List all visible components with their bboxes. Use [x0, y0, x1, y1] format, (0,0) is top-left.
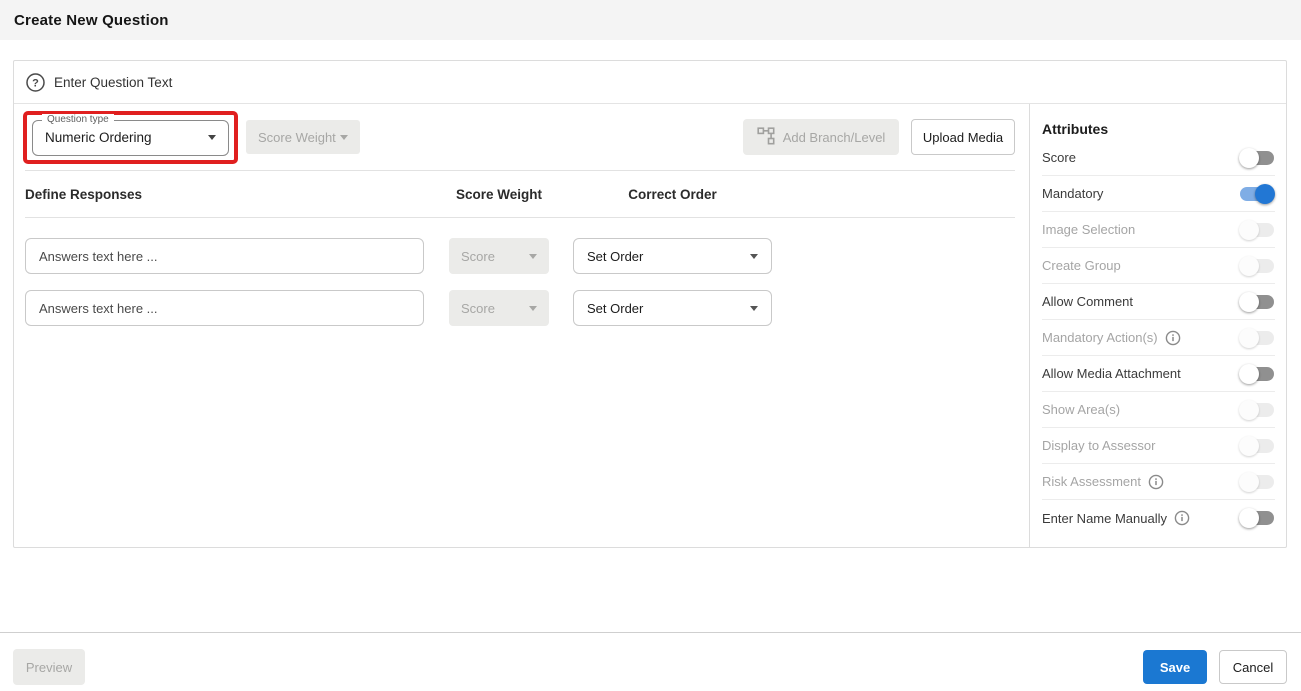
highlight-box: Question type Numeric Ordering	[23, 111, 238, 164]
toggle-knob	[1239, 292, 1259, 312]
answer-text-input-1[interactable]	[25, 238, 424, 274]
question-type-value: Numeric Ordering	[45, 130, 152, 145]
set-order-value-1: Set Order	[587, 249, 643, 264]
enter-question-text-label: Enter Question Text	[54, 75, 172, 90]
question-type-select[interactable]: Question type Numeric Ordering	[32, 120, 229, 156]
chevron-down-icon	[529, 306, 537, 311]
info-icon[interactable]	[1174, 510, 1190, 526]
score-select-value-1: Score	[461, 249, 495, 264]
responses-header-row: Define Responses Score Weight Correct Or…	[25, 171, 1015, 218]
attribute-label-allow-comment: Allow Comment	[1042, 294, 1133, 309]
score-select-2: Score	[449, 290, 549, 326]
toggle-create-group	[1239, 256, 1275, 276]
attribute-label-show-area-s: Show Area(s)	[1042, 402, 1120, 417]
toggle-knob	[1239, 436, 1259, 456]
attribute-row-display-to-assessor: Display to Assessor	[1042, 428, 1275, 464]
toggle-knob	[1239, 328, 1259, 348]
define-responses-header: Define Responses	[25, 187, 424, 202]
score-select-value-2: Score	[461, 301, 495, 316]
attribute-row-mandatory-action-s: Mandatory Action(s)	[1042, 320, 1275, 356]
response-row-1: Score Set Order	[25, 238, 1015, 274]
chevron-down-icon	[750, 306, 758, 311]
toggle-mandatory-action-s	[1239, 328, 1275, 348]
attribute-row-score: Score	[1042, 140, 1275, 176]
chevron-down-icon	[529, 254, 537, 259]
toggle-knob	[1239, 472, 1259, 492]
attribute-row-risk-assessment: Risk Assessment	[1042, 464, 1275, 500]
attribute-label-mandatory-action-s: Mandatory Action(s)	[1042, 330, 1158, 345]
add-branch-level-button: Add Branch/Level	[743, 119, 899, 155]
branch-hierarchy-icon	[757, 127, 775, 148]
svg-text:?: ?	[32, 77, 39, 89]
attribute-label-risk-assessment: Risk Assessment	[1042, 474, 1141, 489]
set-order-value-2: Set Order	[587, 301, 643, 316]
attribute-label-image-selection: Image Selection	[1042, 222, 1135, 237]
responses-list: Score Set Order Score Set Ord	[25, 218, 1015, 326]
score-weight-select: Score Weight	[246, 120, 360, 154]
chevron-down-icon	[340, 135, 348, 140]
toggle-knob	[1239, 364, 1259, 384]
set-order-select-1[interactable]: Set Order	[573, 238, 772, 274]
add-branch-level-label: Add Branch/Level	[783, 130, 886, 145]
attribute-label-score: Score	[1042, 150, 1076, 165]
score-select-1: Score	[449, 238, 549, 274]
chevron-down-icon	[208, 135, 216, 140]
page-title: Create New Question	[14, 12, 169, 29]
chevron-down-icon	[750, 254, 758, 259]
toggle-knob	[1239, 220, 1259, 240]
toggle-show-area-s	[1239, 400, 1275, 420]
preview-button: Preview	[13, 649, 85, 685]
correct-order-column-header: Correct Order	[573, 187, 772, 202]
response-row-2: Score Set Order	[25, 290, 1015, 326]
question-text-row[interactable]: ? Enter Question Text	[14, 61, 1286, 104]
toggle-allow-comment[interactable]	[1239, 292, 1275, 312]
attributes-panel: Attributes Score Mandatory Image Selecti…	[1029, 104, 1286, 547]
toggle-knob	[1239, 508, 1259, 528]
footer: Preview Save Cancel	[0, 633, 1301, 685]
toggle-knob	[1239, 256, 1259, 276]
attribute-row-show-area-s: Show Area(s)	[1042, 392, 1275, 428]
score-weight-column-header: Score Weight	[449, 187, 549, 202]
toggle-allow-media-attachment[interactable]	[1239, 364, 1275, 384]
attribute-label-create-group: Create Group	[1042, 258, 1121, 273]
toggle-knob	[1239, 400, 1259, 420]
page-header: Create New Question	[0, 0, 1301, 40]
attribute-row-enter-name-manually: Enter Name Manually	[1042, 500, 1275, 536]
upload-media-button[interactable]: Upload Media	[911, 119, 1015, 155]
toggle-knob	[1255, 184, 1275, 204]
main-column: Question type Numeric Ordering Score Wei…	[14, 104, 1029, 547]
question-editor-card: ? Enter Question Text Question type Nume…	[13, 60, 1287, 548]
question-type-floating-label: Question type	[42, 114, 114, 125]
toolbar: Question type Numeric Ordering Score Wei…	[25, 104, 1015, 170]
attribute-label-display-to-assessor: Display to Assessor	[1042, 438, 1155, 453]
attribute-label-mandatory: Mandatory	[1042, 186, 1103, 201]
cancel-button[interactable]: Cancel	[1219, 650, 1287, 684]
answer-text-input-2[interactable]	[25, 290, 424, 326]
attributes-title: Attributes	[1042, 121, 1275, 137]
attribute-row-image-selection: Image Selection	[1042, 212, 1275, 248]
info-icon[interactable]	[1148, 474, 1164, 490]
toggle-display-to-assessor	[1239, 436, 1275, 456]
score-weight-select-value: Score Weight	[258, 130, 336, 145]
attribute-row-mandatory: Mandatory	[1042, 176, 1275, 212]
attributes-list: Score Mandatory Image Selection Create G…	[1042, 140, 1275, 536]
toggle-score[interactable]	[1239, 148, 1275, 168]
attribute-row-allow-comment: Allow Comment	[1042, 284, 1275, 320]
set-order-select-2[interactable]: Set Order	[573, 290, 772, 326]
toggle-enter-name-manually[interactable]	[1239, 508, 1275, 528]
question-circle-icon: ?	[26, 73, 45, 92]
attribute-row-create-group: Create Group	[1042, 248, 1275, 284]
attribute-label-enter-name-manually: Enter Name Manually	[1042, 511, 1167, 526]
toggle-mandatory[interactable]	[1239, 184, 1275, 204]
save-button[interactable]: Save	[1143, 650, 1207, 684]
toggle-knob	[1239, 148, 1259, 168]
attribute-row-allow-media-attachment: Allow Media Attachment	[1042, 356, 1275, 392]
info-icon[interactable]	[1165, 330, 1181, 346]
toggle-risk-assessment	[1239, 472, 1275, 492]
attribute-label-allow-media-attachment: Allow Media Attachment	[1042, 366, 1181, 381]
card-body: Question type Numeric Ordering Score Wei…	[14, 104, 1286, 547]
upload-media-label: Upload Media	[923, 130, 1003, 145]
toggle-image-selection	[1239, 220, 1275, 240]
